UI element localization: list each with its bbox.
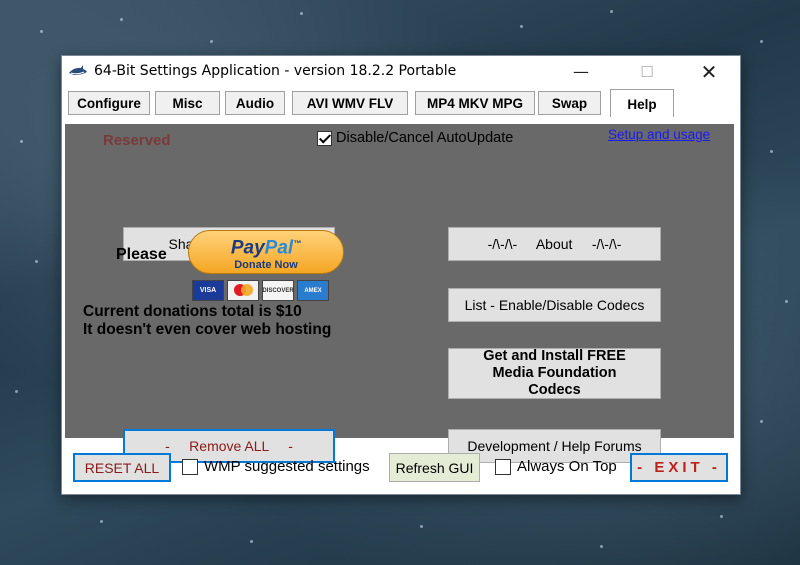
exit-label: - EXIT - [637,459,721,476]
mastercard-icon [227,280,259,301]
autoupdate-label: Disable/Cancel AutoUpdate [336,130,514,146]
tab-bar: Configure Misc Audio AVI WMV FLV MP4 MKV… [62,89,740,119]
autoupdate-checkbox[interactable] [317,130,332,146]
amex-card-icon: AMEX [297,280,329,301]
reset-all-label: RESET ALL [84,459,160,476]
please-label: Please [116,246,167,263]
autoupdate-option[interactable]: Disable/Cancel AutoUpdate [317,128,513,148]
maximize-button[interactable]: ☐ [624,56,670,88]
tab-swap[interactable]: Swap [538,91,601,115]
refresh-gui-label: Refresh GUI [395,459,474,476]
refresh-gui-button[interactable]: Refresh GUI [389,453,480,482]
bottom-bar: RESET ALL WMP suggested settings Refresh… [62,441,740,493]
install-mf-codecs-button[interactable]: Get and Install FREE Media Foundation Co… [448,348,661,399]
visa-card-icon: VISA [192,280,224,301]
tab-audio[interactable]: Audio [225,91,285,115]
always-on-top-label: Always On Top [517,458,617,475]
paypal-logo: PayPal™ [230,237,302,259]
donation-line-2: It doesn't even cover web hosting [83,321,332,338]
shark-app-icon [69,65,87,75]
title-bar[interactable]: 64-Bit Settings Application - version 18… [62,56,740,88]
always-on-top-checkbox[interactable] [495,458,511,475]
tab-configure[interactable]: Configure [68,91,150,115]
tab-misc[interactable]: Misc [155,91,220,115]
close-button[interactable]: ✕ [686,56,732,88]
wmp-settings-checkbox[interactable] [182,458,198,475]
list-codecs-button[interactable]: List - Enable/Disable Codecs [448,288,661,322]
paypal-donate-button[interactable]: PayPal™ Donate Now [188,230,344,274]
tab-help[interactable]: Help [610,89,674,117]
setup-usage-link[interactable]: Setup and usage [608,127,710,142]
install-mf-codecs-label: Get and Install FREE Media Foundation Co… [483,348,626,398]
wmp-settings-option[interactable]: WMP suggested settings [182,458,370,475]
paypal-donate-label: Donate Now [234,259,298,272]
help-panel: Reserved Disable/Cancel AutoUpdate Setup… [65,124,734,463]
exit-button[interactable]: - EXIT - [630,453,728,482]
tab-mp4-mkv-mpg[interactable]: MP4 MKV MPG [415,91,535,115]
donation-text: Current donations total is $10 It doesn'… [83,303,331,339]
credit-cards: VISA DISCOVER AMEX [192,280,329,301]
settings-window: 64-Bit Settings Application - version 18… [61,55,741,495]
reserved-label: Reserved [103,132,171,149]
always-on-top-option[interactable]: Always On Top [495,458,619,475]
tab-avi-wmv-flv[interactable]: AVI WMV FLV [292,91,408,115]
minimize-button[interactable]: — [558,56,604,88]
discover-card-icon: DISCOVER [262,280,294,301]
window-title: 64-Bit Settings Application - version 18… [94,63,457,79]
donation-line-1: Current donations total is $10 [83,303,302,320]
list-codecs-label: List - Enable/Disable Codecs [464,297,645,313]
wmp-settings-label: WMP suggested settings [204,458,370,475]
reset-all-button[interactable]: RESET ALL [73,453,171,482]
about-button-label: -/\-/\- About -/\-/\- [487,236,622,252]
about-button[interactable]: -/\-/\- About -/\-/\- [448,227,661,261]
